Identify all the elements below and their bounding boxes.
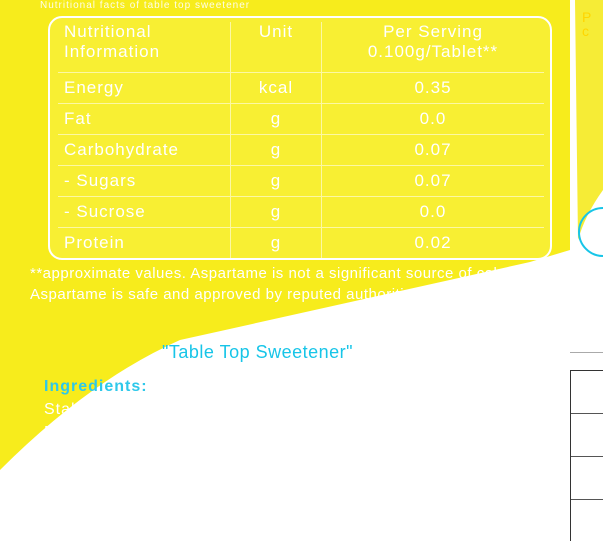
nutrient-unit: g (230, 196, 322, 228)
panel-row (571, 371, 603, 414)
divider-line (570, 352, 603, 353)
nutrient-value: 0.0 (321, 196, 544, 228)
table-row: - Sucrose g 0.0 (58, 196, 544, 228)
header-unit: Unit (230, 22, 322, 73)
nutrient-unit: g (230, 165, 322, 197)
nutrient-unit: g (230, 134, 322, 166)
nutrient-name: Fat (58, 103, 231, 135)
nutrient-unit: kcal (230, 72, 322, 104)
nutrient-value: 0.02 (321, 227, 544, 258)
nutrient-name: - Sucrose (58, 196, 231, 228)
header-strip: Nutritional facts of table top sweetener (40, 0, 251, 11)
table-row: Fat g 0.0 (58, 103, 544, 135)
nutrient-value: 0.0 (321, 103, 544, 135)
panel-row (571, 457, 603, 500)
nutrient-name: Protein (58, 227, 231, 258)
side-panel (570, 370, 603, 541)
nutrient-value: 0.07 (321, 165, 544, 197)
nutrient-unit: g (230, 227, 322, 258)
table-row: - Sugars g 0.07 (58, 165, 544, 197)
nutrient-unit: g (230, 103, 322, 135)
edge-text: Pc (582, 9, 592, 39)
nutrient-value: 0.35 (321, 72, 544, 104)
footnote: **approximate values. Aspartame is not a… (30, 265, 538, 303)
header-nutritional-information: Nutritional Information (64, 22, 161, 61)
product-subtitle: "Table Top Sweetener" (162, 342, 354, 362)
table-row: Energy kcal 0.35 (58, 72, 544, 104)
nutrient-name: Carbohydrate (58, 134, 231, 166)
ingredients-label: Ingredients: (44, 378, 148, 395)
nutrient-name: - Sugars (58, 165, 231, 197)
nutrition-table-frame: Nutritional Information Unit Per Serving… (48, 16, 552, 260)
header-per-serving: Per Serving 0.100g/Tablet** (321, 22, 544, 73)
panel-row (571, 414, 603, 457)
nutrient-name: Energy (58, 72, 231, 104)
nutrient-value: 0.07 (321, 134, 544, 166)
table-row: Protein g 0.02 (58, 227, 544, 258)
nutrition-table: Nutritional Information Unit Per Serving… (58, 22, 544, 258)
table-row: Carbohydrate g 0.07 (58, 134, 544, 166)
ingredients-block: Ingredients: Bulking Agent - Lactose, Sw… (44, 375, 554, 490)
